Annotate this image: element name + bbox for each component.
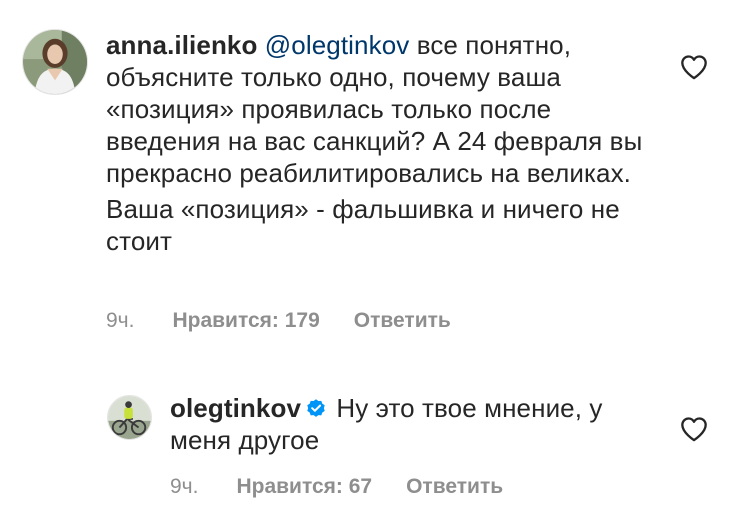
comment-body: anna.ilienko @olegtinkov все понятно, об… bbox=[106, 29, 646, 257]
comment-likes-count[interactable]: Нравится: 67 bbox=[236, 475, 372, 499]
comment-time[interactable]: 9ч. bbox=[170, 475, 198, 499]
comment-text-paragraph-2: Ваша «позиция» - фальшивка и ничего не с… bbox=[106, 194, 620, 256]
like-button[interactable] bbox=[680, 416, 708, 442]
verified-badge-icon bbox=[305, 397, 327, 419]
avatar-olegtinkov[interactable] bbox=[107, 395, 152, 440]
comment-mention[interactable]: @olegtinkov bbox=[265, 30, 410, 60]
comment-username[interactable]: olegtinkov bbox=[170, 393, 301, 423]
avatar-photo bbox=[23, 30, 87, 94]
comment-username[interactable]: anna.ilienko bbox=[106, 30, 257, 60]
like-button[interactable] bbox=[680, 54, 708, 80]
comment-time[interactable]: 9ч. bbox=[106, 309, 134, 333]
reply-button[interactable]: Ответить bbox=[406, 475, 503, 499]
avatar-anna-ilienko[interactable] bbox=[22, 29, 88, 95]
heart-outline-icon bbox=[681, 55, 707, 80]
heart-outline-icon bbox=[681, 417, 707, 442]
comment-meta: 9ч. Нравится: 67 Ответить bbox=[170, 475, 503, 499]
reply-body: olegtinkov Ну это твое мнение, у меня др… bbox=[170, 392, 650, 456]
comment-meta: 9ч. Нравится: 179 Ответить bbox=[106, 309, 451, 333]
avatar-photo bbox=[108, 396, 151, 439]
reply-button[interactable]: Ответить bbox=[354, 309, 451, 333]
comment-likes-count[interactable]: Нравится: 179 bbox=[172, 309, 319, 333]
